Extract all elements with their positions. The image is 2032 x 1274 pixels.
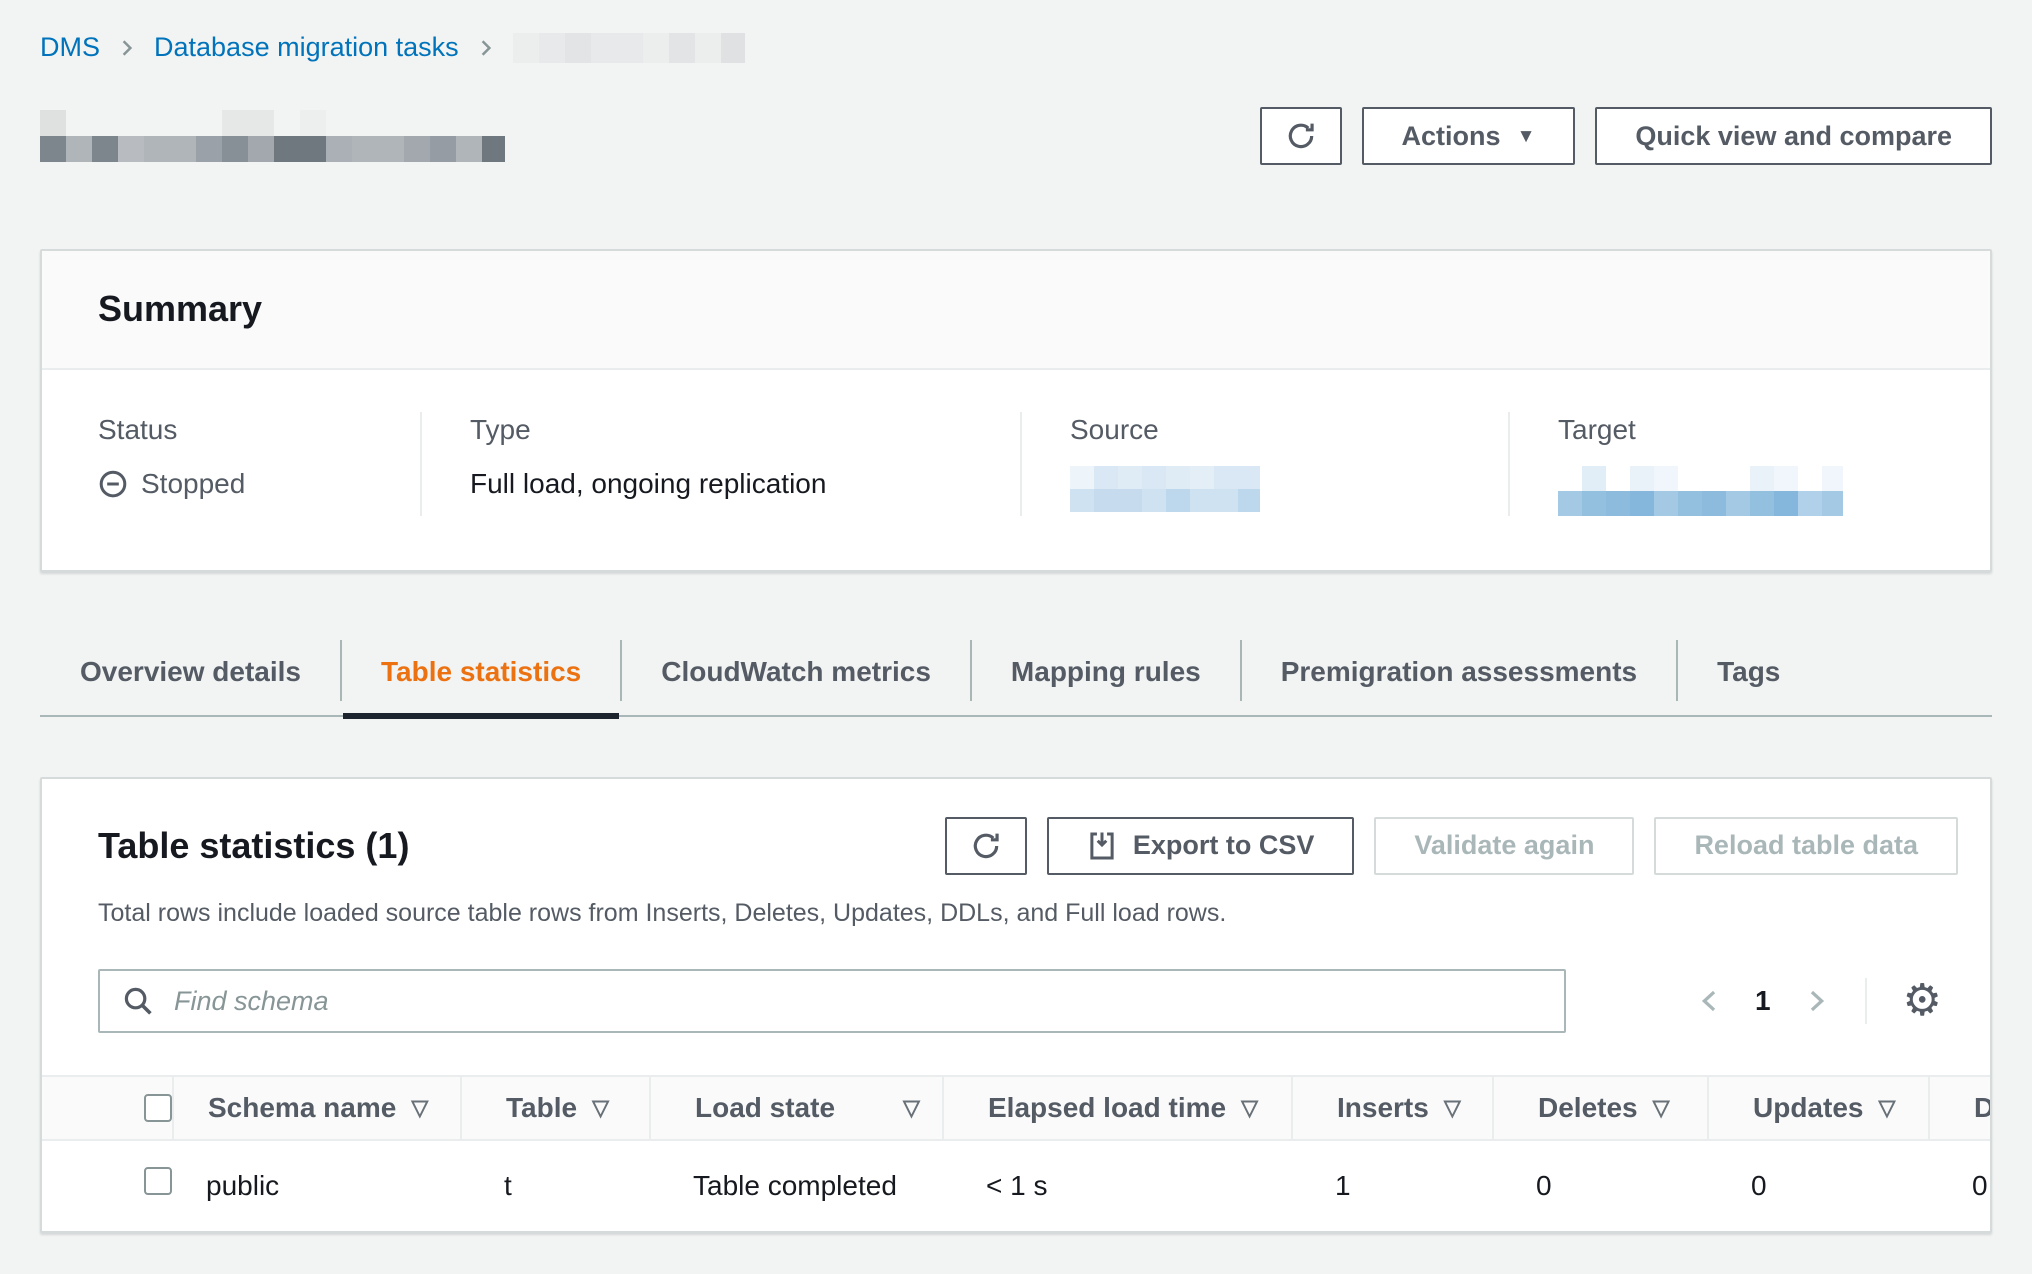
select-all-checkbox[interactable] bbox=[144, 1094, 172, 1122]
status-value: Stopped bbox=[141, 466, 245, 502]
column-header-ddls[interactable]: D bbox=[1928, 1077, 1992, 1139]
download-icon bbox=[1087, 831, 1117, 861]
schema-search-box[interactable] bbox=[98, 969, 1566, 1033]
sort-icon[interactable]: ▽ bbox=[1241, 1094, 1258, 1123]
actions-button[interactable]: Actions ▼ bbox=[1362, 107, 1576, 165]
sort-icon[interactable]: ▽ bbox=[1653, 1094, 1670, 1123]
find-schema-input[interactable] bbox=[172, 985, 1542, 1018]
sort-icon[interactable]: ▽ bbox=[1444, 1094, 1461, 1123]
summary-card: Summary Status Stopped Type bbox=[40, 249, 1992, 572]
breadcrumb-redacted-task-name bbox=[513, 33, 745, 63]
source-label: Source bbox=[1070, 412, 1478, 448]
refresh-icon bbox=[1286, 121, 1316, 151]
source-value-redacted bbox=[1070, 466, 1260, 512]
target-label: Target bbox=[1558, 412, 1960, 448]
sort-icon[interactable]: ▽ bbox=[411, 1094, 428, 1123]
cell-schema-name: public bbox=[172, 1168, 460, 1204]
chevron-right-icon bbox=[118, 39, 136, 57]
column-header-elapsed-load-time[interactable]: Elapsed load time▽ bbox=[942, 1077, 1291, 1139]
table-row[interactable]: public t Table completed < 1 s 1 0 0 0 bbox=[42, 1141, 1990, 1231]
table-statistics-header: Table statistics (1) bbox=[42, 779, 1990, 930]
table-statistics-title: Table statistics (1) bbox=[98, 817, 409, 870]
status-label: Status bbox=[98, 412, 390, 448]
summary-title: Summary bbox=[98, 286, 1934, 333]
table-statistics-buttons: Export to CSV Validate again Reload tabl… bbox=[945, 817, 1958, 875]
table-filter-row: 1 ⚙ bbox=[42, 929, 1990, 1075]
type-value: Full load, ongoing replication bbox=[470, 466, 826, 502]
column-header-updates[interactable]: Updates▽ bbox=[1707, 1077, 1928, 1139]
validate-again-label: Validate again bbox=[1414, 830, 1594, 861]
cell-load-state: Table completed bbox=[649, 1168, 942, 1204]
column-header-schema-name[interactable]: Schema name▽ bbox=[172, 1077, 460, 1139]
cell-inserts: 1 bbox=[1291, 1168, 1492, 1204]
page-header: Actions ▼ Quick view and compare bbox=[40, 107, 1992, 165]
target-value-redacted bbox=[1558, 466, 1843, 516]
validate-again-button[interactable]: Validate again bbox=[1374, 817, 1634, 875]
cell-table: t bbox=[460, 1168, 649, 1204]
next-page-button[interactable] bbox=[1803, 988, 1829, 1014]
column-header-load-state[interactable]: Load state▽ bbox=[649, 1077, 942, 1139]
sort-icon[interactable]: ▽ bbox=[592, 1094, 609, 1123]
refresh-button[interactable] bbox=[1260, 107, 1342, 165]
tab-tags[interactable]: Tags bbox=[1677, 630, 1820, 714]
summary-field-source: Source bbox=[1020, 412, 1508, 516]
table-header-row: Schema name▽ Table▽ Load state▽ Elapsed … bbox=[42, 1075, 1990, 1141]
cell-elapsed-load-time: < 1 s bbox=[942, 1168, 1291, 1204]
tab-premigration-assessments[interactable]: Premigration assessments bbox=[1241, 630, 1677, 714]
task-detail-tabs: Overview details Table statistics CloudW… bbox=[40, 630, 1992, 716]
breadcrumb: DMS Database migration tasks bbox=[40, 30, 1992, 65]
sort-icon[interactable]: ▽ bbox=[1878, 1094, 1895, 1123]
summary-field-target: Target bbox=[1508, 412, 1990, 516]
table-refresh-button[interactable] bbox=[945, 817, 1027, 875]
previous-page-button[interactable] bbox=[1697, 988, 1723, 1014]
actions-button-label: Actions bbox=[1402, 121, 1501, 152]
summary-field-type: Type Full load, ongoing replication bbox=[420, 412, 1020, 516]
row-checkbox[interactable] bbox=[144, 1167, 172, 1195]
export-to-csv-button[interactable]: Export to CSV bbox=[1047, 817, 1355, 875]
table-statistics-card: Table statistics (1) bbox=[40, 777, 1992, 1234]
reload-table-data-button[interactable]: Reload table data bbox=[1654, 817, 1958, 875]
tab-table-statistics[interactable]: Table statistics bbox=[341, 630, 621, 714]
tab-overview-details[interactable]: Overview details bbox=[40, 630, 341, 714]
stopped-status-icon bbox=[98, 469, 128, 499]
caret-down-icon: ▼ bbox=[1517, 126, 1536, 148]
divider bbox=[1865, 978, 1867, 1024]
tab-cloudwatch-metrics[interactable]: CloudWatch metrics bbox=[621, 630, 971, 714]
column-header-deletes[interactable]: Deletes▽ bbox=[1492, 1077, 1707, 1139]
chevron-right-icon bbox=[477, 39, 495, 57]
search-icon bbox=[122, 985, 154, 1017]
summary-grid: Status Stopped Type Full load, ongoing r… bbox=[42, 370, 1990, 570]
page-title-redacted bbox=[40, 110, 505, 162]
summary-field-status: Status Stopped bbox=[42, 412, 420, 516]
quick-view-and-compare-button[interactable]: Quick view and compare bbox=[1595, 107, 1992, 165]
refresh-icon bbox=[971, 831, 1001, 861]
reload-table-data-label: Reload table data bbox=[1694, 830, 1918, 861]
settings-gear-icon[interactable]: ⚙ bbox=[1903, 979, 1942, 1023]
cell-updates: 0 bbox=[1707, 1168, 1928, 1204]
column-header-table[interactable]: Table▽ bbox=[460, 1077, 649, 1139]
summary-card-header: Summary bbox=[42, 251, 1990, 370]
dms-task-page: DMS Database migration tasks Actions bbox=[0, 0, 2032, 1233]
breadcrumb-link-dms[interactable]: DMS bbox=[40, 30, 100, 65]
quick-view-label: Quick view and compare bbox=[1635, 121, 1952, 152]
table-statistics-description: Total rows include loaded source table r… bbox=[98, 897, 1958, 930]
column-header-inserts[interactable]: Inserts▽ bbox=[1291, 1077, 1492, 1139]
type-label: Type bbox=[470, 412, 990, 448]
cell-deletes: 0 bbox=[1492, 1168, 1707, 1204]
sort-icon[interactable]: ▽ bbox=[903, 1094, 920, 1123]
pagination: 1 ⚙ bbox=[1697, 978, 1942, 1024]
breadcrumb-link-tasks[interactable]: Database migration tasks bbox=[154, 30, 459, 65]
tab-mapping-rules[interactable]: Mapping rules bbox=[971, 630, 1241, 714]
header-actions: Actions ▼ Quick view and compare bbox=[1260, 107, 1992, 165]
cell-ddls: 0 bbox=[1928, 1168, 1992, 1204]
export-to-csv-label: Export to CSV bbox=[1133, 830, 1315, 861]
current-page-number[interactable]: 1 bbox=[1755, 983, 1771, 1019]
